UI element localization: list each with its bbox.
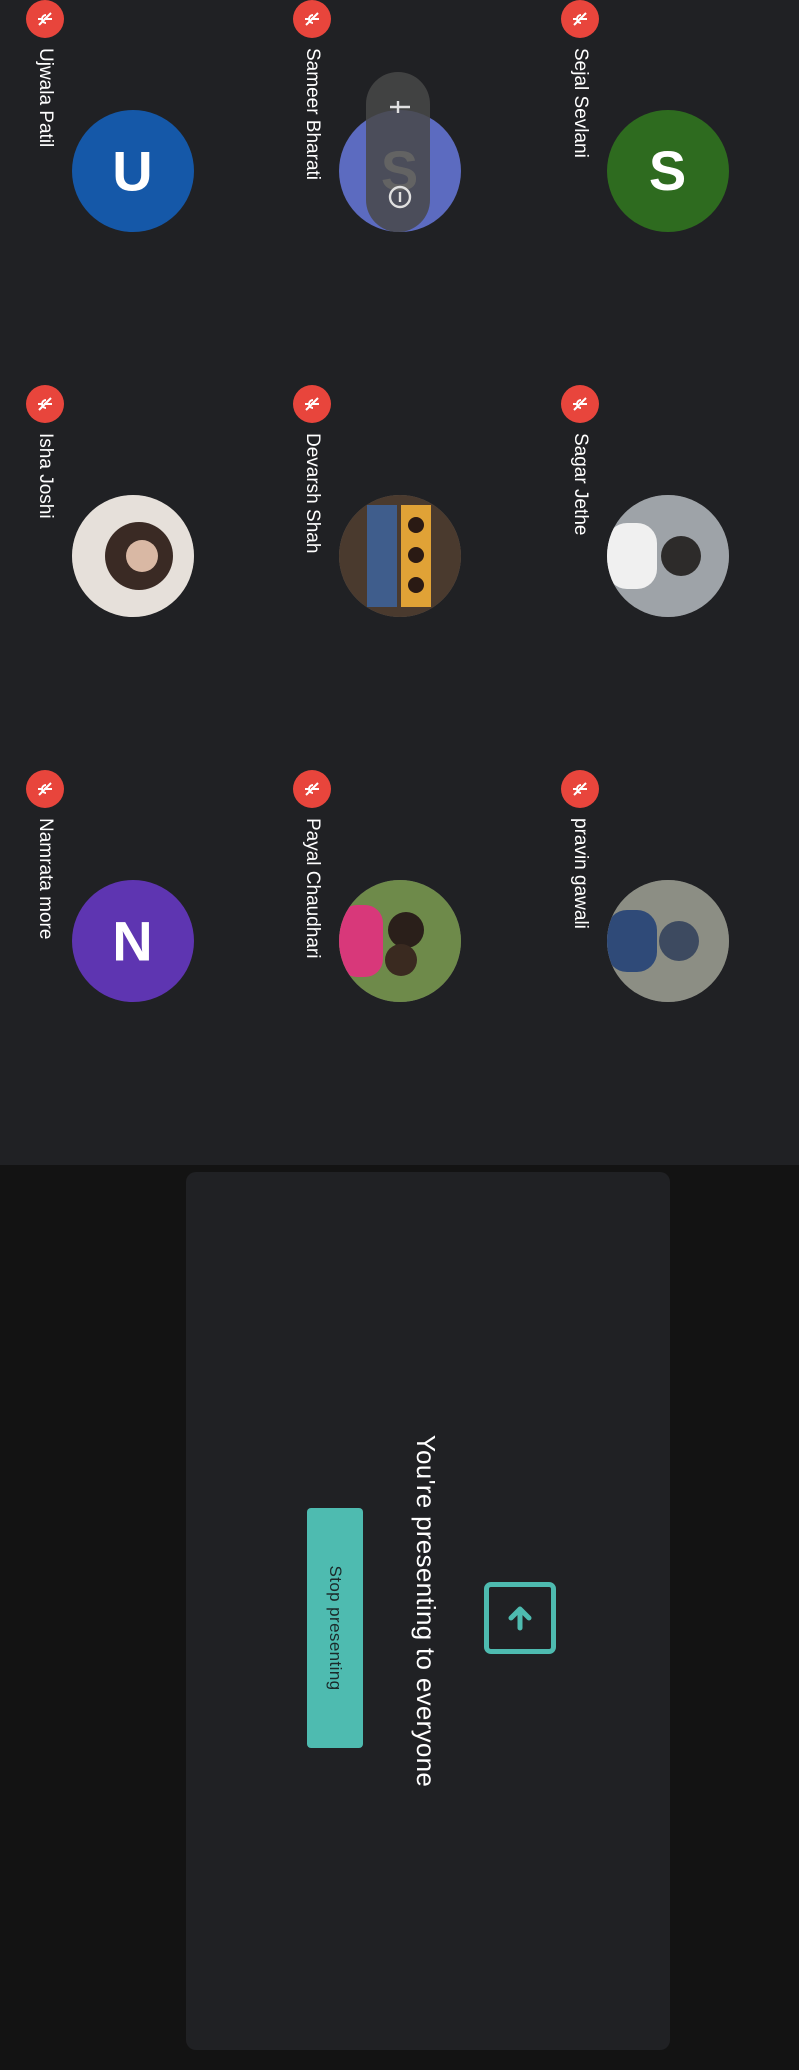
photo-placeholder-icon <box>607 880 729 1002</box>
name-row: pravin gawali <box>558 770 602 929</box>
mic-off-icon <box>26 770 64 808</box>
name-row: Sagar Jethe <box>558 385 602 535</box>
stop-presenting-button[interactable]: Stop presenting <box>307 1508 363 1748</box>
name-row: Namrata more <box>23 770 67 939</box>
pin-icon[interactable] <box>383 94 414 120</box>
participant-name: Sejal Sevlani <box>570 48 591 158</box>
participant-name: Namrata more <box>35 818 56 940</box>
avatar-letter: U <box>112 139 154 203</box>
tile-hover-controls <box>366 72 430 232</box>
avatar-letter: N <box>112 909 154 973</box>
name-row: Devarsh Shah <box>290 385 334 553</box>
remove-icon[interactable] <box>383 184 414 210</box>
participant-name: Ujwala Patil <box>35 48 56 148</box>
participant-name: pravin gawali <box>570 818 591 929</box>
name-row: Ujwala Patil <box>23 0 67 147</box>
mic-off-icon <box>293 0 331 38</box>
participant-tile[interactable]: U Ujwala Patil <box>0 0 264 390</box>
avatar <box>72 495 194 617</box>
avatar: N <box>72 880 194 1002</box>
mic-off-icon <box>561 0 599 38</box>
participant-name: Devarsh Shah <box>302 433 323 554</box>
participant-tile[interactable]: Sagar Jethe <box>534 385 799 775</box>
participant-tile[interactable]: S Sejal Sevlani <box>534 0 799 390</box>
participants-grid: pravin gawali Sagar Jethe S Sejal Sevlan… <box>0 0 799 1165</box>
name-row: Sejal Sevlani <box>558 0 602 158</box>
avatar: S <box>607 110 729 232</box>
mic-off-icon <box>293 770 331 808</box>
meeting-stage: pravin gawali Sagar Jethe S Sejal Sevlan… <box>0 0 799 2070</box>
participant-name: Payal Chaudhari <box>302 818 323 959</box>
present-to-all-icon <box>484 1582 556 1654</box>
photo-placeholder-icon <box>339 880 461 1002</box>
participant-tile[interactable]: Payal Chaudhari <box>266 770 531 1160</box>
presenting-message: You're presenting to everyone <box>411 1434 441 1788</box>
avatar <box>339 880 461 1002</box>
mic-off-icon <box>26 385 64 423</box>
mic-off-icon <box>26 0 64 38</box>
participant-tile[interactable]: N Namrata more <box>0 770 264 1160</box>
avatar <box>607 880 729 1002</box>
photo-placeholder-icon <box>607 495 729 617</box>
avatar-letter: S <box>649 139 687 203</box>
participant-name: Sameer Bharati <box>302 48 323 181</box>
avatar <box>339 495 461 617</box>
name-row: Payal Chaudhari <box>290 770 334 958</box>
participant-tile[interactable]: Devarsh Shah <box>266 385 531 775</box>
mic-off-icon <box>561 385 599 423</box>
name-row: Sameer Bharati <box>290 0 334 180</box>
avatar <box>607 495 729 617</box>
mic-off-icon <box>293 385 331 423</box>
avatar: U <box>72 110 194 232</box>
name-row: Isha Joshi <box>23 385 67 519</box>
participant-tile[interactable]: pravin gawali <box>534 770 799 1160</box>
participant-tile[interactable]: Isha Joshi <box>0 385 264 775</box>
participant-name: Isha Joshi <box>35 433 56 519</box>
participant-name: Sagar Jethe <box>570 433 591 536</box>
photo-placeholder-icon <box>339 495 461 617</box>
photo-placeholder-icon <box>72 495 194 617</box>
mic-off-icon <box>561 770 599 808</box>
